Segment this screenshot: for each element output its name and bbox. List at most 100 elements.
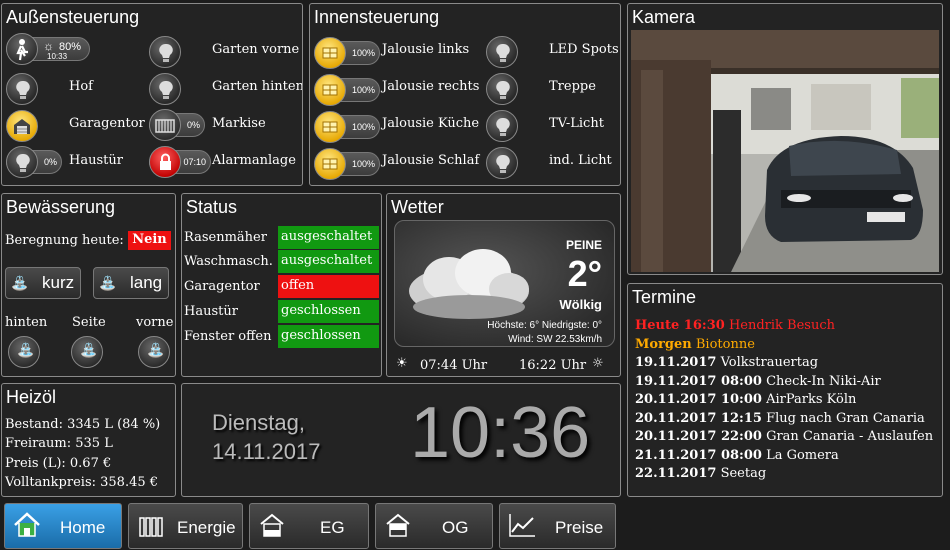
kamera-panel: Kamera	[627, 3, 943, 275]
house-floor-icon	[260, 513, 284, 537]
termin-what: Seetag	[720, 466, 767, 481]
termin-entry: 20.11.2017 12:15 Flug nach Gran Canaria	[635, 411, 925, 426]
termin-entry: 19.11.2017 08:00 Check-In Niki-Air	[635, 374, 881, 389]
haustuer-control[interactable]: 0%	[6, 146, 62, 178]
nav-og-label: OG	[442, 518, 469, 537]
bulb-icon[interactable]	[486, 110, 518, 142]
weather-card[interactable]: PEINE 2° Wölkig Höchste: 6° Niedrigste: …	[394, 220, 615, 347]
tv-licht-label: TV-Licht	[549, 116, 604, 131]
alarm-control[interactable]: 07:10	[149, 146, 211, 178]
nav-energie-label: Energie	[177, 518, 236, 537]
blind-icon	[314, 148, 346, 180]
status-row: Fenster offen geschlossen	[184, 325, 379, 349]
bulb-icon[interactable]	[149, 73, 181, 105]
nav-home-label: Home	[60, 518, 106, 537]
status-name: Garagentor	[184, 279, 260, 294]
jalousie-rechts-control[interactable]: 100%	[314, 74, 380, 106]
termin-when: Morgen	[635, 336, 692, 352]
lock-icon	[149, 146, 181, 178]
jalousie-kueche-control[interactable]: 100%	[314, 111, 380, 143]
sprinkler-icon: ⛲	[147, 343, 165, 359]
jalousie-links-control[interactable]: 100%	[314, 37, 380, 69]
status-row: Haustür geschlossen	[184, 300, 379, 324]
lang-button[interactable]: ⛲ lang	[93, 267, 169, 299]
status-panel: Status Rasenmäher ausgeschaltet Waschmas…	[181, 193, 382, 377]
termine-title: Termine	[632, 287, 697, 307]
beregnung-status: Nein	[128, 231, 171, 250]
jalousie-kueche-pct: 100%	[351, 122, 375, 132]
kurz-button[interactable]: ⛲ kurz	[5, 267, 81, 299]
sprinkler-seite-button[interactable]: ⛲	[71, 336, 103, 368]
markise-pct: 0%	[186, 120, 200, 130]
nav-energie[interactable]: Energie	[128, 503, 243, 549]
jalousie-schlaf-control[interactable]: 100%	[314, 148, 380, 180]
heizoel-title: Heizöl	[6, 387, 57, 407]
weather-city: PEINE	[565, 238, 602, 252]
jalousie-rechts-pct: 100%	[351, 85, 375, 95]
nav-eg[interactable]: EG	[249, 503, 369, 549]
jalousie-links-label: Jalousie links	[382, 42, 470, 57]
lang-label: lang	[130, 273, 163, 292]
nav-og[interactable]: OG	[375, 503, 493, 549]
termin-when: 19.11.2017	[635, 355, 717, 370]
status-row: Waschmasch. ausgeschaltet	[184, 250, 379, 274]
alarm-time: 07:10	[183, 157, 206, 167]
sprinkler-icon: ⛲	[11, 275, 29, 291]
sprinkler-icon: ⛲	[99, 275, 117, 291]
heizoel-panel: Heizöl Bestand: 3345 L (84 %) Freiraum: …	[1, 383, 176, 497]
status-value: ausgeschaltet	[278, 250, 379, 273]
termin-when: 19.11.2017 08:00	[635, 373, 762, 389]
jalousie-kueche-label: Jalousie Küche	[382, 116, 480, 131]
bulb-icon[interactable]	[486, 73, 518, 105]
garage-icon[interactable]	[6, 110, 38, 142]
nav-home[interactable]: Home	[4, 503, 122, 549]
haustuer-label: Haustür	[69, 153, 123, 168]
jalousie-links-pct: 100%	[351, 48, 375, 58]
clock-panel: Dienstag, 14.11.2017 10:36	[181, 383, 621, 497]
blind-icon	[314, 74, 346, 106]
bulb-icon[interactable]	[486, 36, 518, 68]
led-spots-label: LED Spots	[549, 42, 619, 57]
termin-entry: 20.11.2017 22:00 Gran Canaria - Auslaufe…	[635, 429, 933, 444]
kamera-title: Kamera	[632, 7, 696, 27]
zone-seite-label: Seite	[72, 315, 106, 330]
garten-vorne-label: Garten vorne	[212, 42, 300, 57]
weather-wind: Wind: SW 22.53km/h	[508, 334, 602, 345]
bulb-icon[interactable]	[486, 147, 518, 179]
status-row: Rasenmäher ausgeschaltet	[184, 226, 379, 250]
status-name: Haustür	[184, 304, 238, 319]
markise-label: Markise	[212, 116, 266, 131]
nav-preise[interactable]: Preise	[499, 503, 616, 549]
status-value: offen	[278, 275, 379, 298]
sprinkler-vorne-button[interactable]: ⛲	[138, 336, 170, 368]
beregnung-label: Beregnung heute:	[5, 233, 124, 248]
clock-date: 14.11.2017	[212, 439, 321, 464]
clock-weekday: Dienstag,	[212, 410, 305, 435]
termin-what: Volkstrauertag	[720, 355, 819, 370]
camera-image[interactable]	[631, 30, 939, 272]
termin-entry: Heute 16:30 Hendrik Besuch	[635, 318, 835, 333]
haustuer-pct: 0%	[43, 157, 57, 167]
status-value: geschlossen	[278, 300, 379, 323]
heizoel-bestand: Bestand: 3345 L (84 %)	[5, 417, 161, 432]
status-name: Fenster offen	[184, 329, 272, 344]
jalousie-rechts-label: Jalousie rechts	[382, 79, 480, 94]
termin-entry: 22.11.2017 Seetag	[635, 466, 766, 481]
termin-when: 20.11.2017 22:00	[635, 429, 762, 444]
house-floor-icon	[386, 513, 410, 537]
markise-control[interactable]: 0%	[149, 109, 205, 141]
jalousie-schlaf-label: Jalousie Schlaf	[382, 153, 480, 168]
bulb-icon[interactable]	[6, 73, 38, 105]
sprinkler-hinten-button[interactable]: ⛲	[8, 336, 40, 368]
zone-hinten-label: hinten	[5, 315, 48, 330]
heizoel-preis: Preis (L): 0.67 €	[5, 456, 112, 471]
innensteuerung-panel: Innensteuerung 100% Jalousie links 100% …	[309, 3, 621, 186]
bewaesserung-panel: Bewässerung Beregnung heute: Nein ⛲ kurz…	[1, 193, 176, 377]
bulb-icon[interactable]	[149, 36, 181, 68]
termin-what: La Gomera	[766, 447, 839, 463]
termin-entry: 19.11.2017 Volkstrauertag	[635, 355, 818, 370]
nav-preise-label: Preise	[555, 518, 604, 537]
status-name: Rasenmäher	[184, 230, 267, 245]
weather-condition: Wölkig	[559, 297, 602, 312]
sun-control[interactable]: ☼ 80% 10:33	[6, 33, 90, 65]
